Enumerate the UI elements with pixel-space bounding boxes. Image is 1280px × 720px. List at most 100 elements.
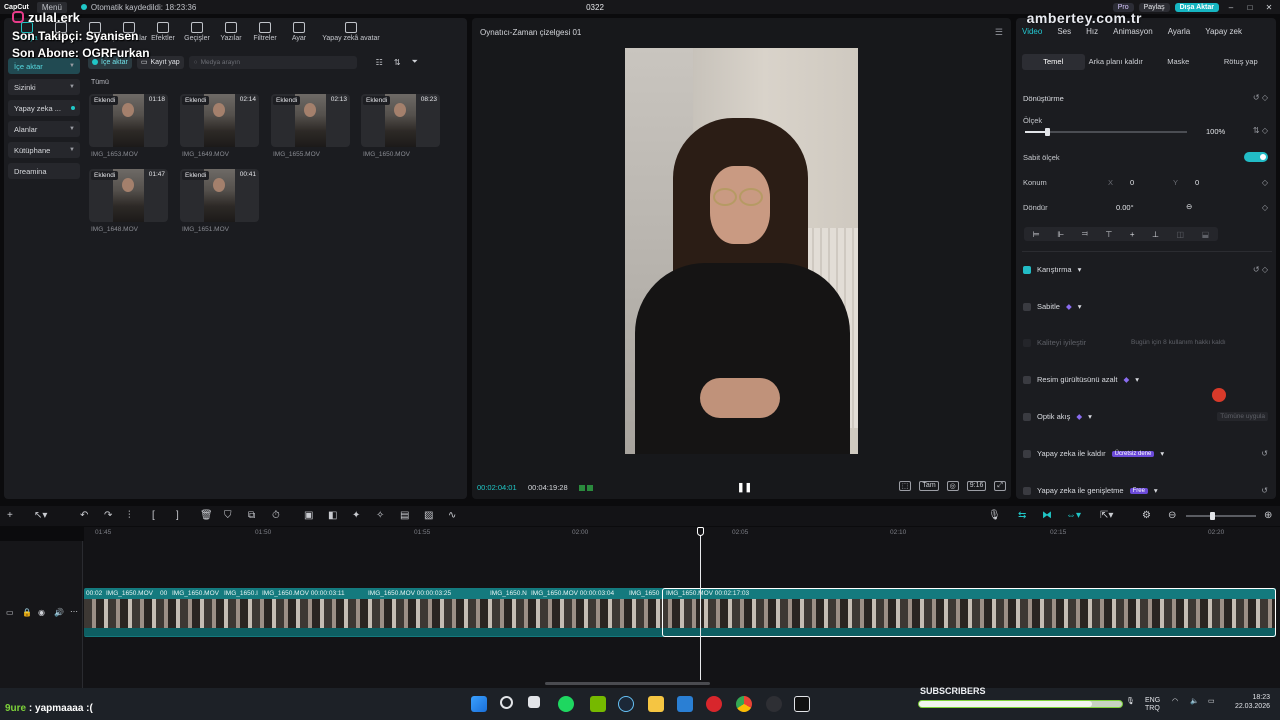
sidenav-yours[interactable]: Sizinki ▼ — [8, 79, 80, 95]
volume-tray-icon[interactable]: 🔈 — [1190, 697, 1199, 705]
microphone-icon[interactable]: 🎙 — [988, 510, 1001, 521]
align-middle-icon[interactable]: + — [1130, 230, 1135, 239]
wifi-icon[interactable]: ◠ — [1172, 697, 1178, 705]
scale-slider[interactable] — [1025, 128, 1187, 136]
split-icon[interactable]: ⫶ — [128, 510, 131, 521]
snapshot-icon[interactable]: ◎ — [946, 481, 959, 491]
nvidia-icon[interactable] — [590, 696, 606, 712]
sidenav-spaces[interactable]: Alanlar ▼ — [8, 121, 80, 137]
language-indicator[interactable]: ENG TRQ — [1145, 697, 1160, 713]
search-icon[interactable] — [500, 696, 513, 709]
sidenav-library[interactable]: Kütüphane ▼ — [8, 142, 80, 158]
select-tool-icon[interactable]: ↖▾ — [34, 510, 47, 521]
share-button[interactable]: Paylaş — [1138, 2, 1170, 12]
scale-keyframe-icon[interactable]: ⇅ ◇ — [1253, 126, 1268, 135]
minimize-icon[interactable]: – — [1224, 3, 1238, 12]
rotate-dial-icon[interactable]: ⊖ — [1186, 202, 1192, 211]
link-icon[interactable]: ⇆ — [1018, 510, 1026, 521]
align-center-icon[interactable]: ⊩ — [1057, 230, 1064, 239]
blend-row[interactable]: Karıştırma ▾ — [1023, 265, 1081, 274]
timeline-settings-icon[interactable]: ⚙ — [1142, 510, 1151, 521]
crop-tool-icon[interactable]: ⧉ — [248, 510, 255, 521]
tool-adjust[interactable]: Ayar — [282, 22, 316, 48]
maximize-icon[interactable]: □ — [1243, 3, 1257, 12]
selected-clip[interactable] — [662, 588, 1276, 637]
ai-remove-row[interactable]: Yapay zeka ile kaldır Ücretsiz dene ▾ — [1023, 449, 1164, 458]
transform-title[interactable]: Dönüştürme — [1023, 94, 1064, 103]
timeline-scrollbar[interactable] — [545, 682, 710, 685]
battery-icon[interactable]: ▭ — [1208, 697, 1215, 705]
sidenav-import[interactable]: İçe aktar ▼ — [8, 58, 80, 74]
obs-icon[interactable] — [766, 696, 782, 712]
crop-icon[interactable]: ⬚ — [898, 481, 912, 491]
filter-icon[interactable]: ⏷ — [412, 57, 418, 67]
file-explorer-icon[interactable] — [648, 696, 664, 712]
delete-icon[interactable]: 🗑 — [200, 510, 213, 521]
ai-remove-checkbox[interactable] — [1023, 449, 1031, 458]
tab-animation[interactable]: Animasyon — [1113, 27, 1153, 36]
subtab-basic[interactable]: Temel — [1022, 54, 1085, 70]
windows-start-icon[interactable] — [471, 696, 487, 712]
flip-h-icon[interactable]: ◫ — [1177, 230, 1185, 239]
video-preview[interactable] — [625, 48, 858, 454]
ai-expand-checkbox[interactable] — [1023, 486, 1031, 495]
media-clip[interactable]: Eklendi 01:18 — [89, 94, 168, 147]
store-icon[interactable] — [677, 696, 693, 712]
tab-video[interactable]: Video — [1022, 27, 1042, 36]
media-clip[interactable]: Eklendi 01:47 — [89, 169, 168, 222]
media-search-input[interactable]: ○ Medya arayın — [188, 55, 357, 69]
more-icon[interactable]: ⋯ — [70, 607, 78, 616]
sidenav-dreamina[interactable]: Dreamina — [8, 163, 80, 179]
media-clip[interactable]: Eklendi 00:41 — [180, 169, 259, 222]
quality-row[interactable]: Kaliteyi iyileştir — [1023, 338, 1086, 347]
reset-keyframe-icon[interactable]: ↺ ◇ — [1253, 93, 1268, 102]
flip-v-icon[interactable]: ⬓ — [1202, 230, 1210, 239]
media-clip[interactable]: Eklendi 02:13 — [271, 94, 350, 147]
align-bottom-icon[interactable]: ⊥ — [1152, 230, 1159, 239]
eye-icon[interactable]: ◉ — [38, 608, 45, 617]
ai-expand-reset-icon[interactable]: ↺ — [1261, 486, 1268, 495]
subtab-mask[interactable]: Maske — [1147, 54, 1210, 70]
ai-expand-row[interactable]: Yapay zeka ile genişletme Free ▾ — [1023, 486, 1158, 495]
spotify-icon[interactable] — [558, 696, 574, 712]
mirror-icon[interactable]: ◧ — [328, 510, 337, 521]
add-track-icon[interactable]: + — [7, 510, 13, 521]
rotate-keyframe-icon[interactable]: ◇ — [1262, 203, 1268, 212]
split-left-icon[interactable]: [ — [152, 510, 155, 521]
steam-icon[interactable] — [618, 696, 634, 712]
tab-adjust[interactable]: Ayarla — [1168, 27, 1191, 36]
magic-icon[interactable]: ✧ — [376, 510, 384, 521]
quality-checkbox[interactable] — [1023, 338, 1031, 347]
capcut-taskbar-icon[interactable] — [794, 696, 810, 712]
position-keyframe-icon[interactable]: ◇ — [1262, 178, 1268, 187]
pause-icon[interactable]: ❚❚ — [737, 482, 752, 493]
subtab-remove-bg[interactable]: Arka planı kaldır — [1085, 54, 1148, 70]
preview-axis-icon[interactable]: ⇔▾ — [1066, 510, 1081, 521]
full-quality-button[interactable]: Tam — [919, 481, 939, 491]
split-right-icon[interactable]: ] — [176, 510, 179, 521]
align-right-icon[interactable]: ⫤ — [1082, 229, 1088, 239]
close-icon[interactable]: ✕ — [1262, 3, 1276, 12]
optical-flow-checkbox[interactable] — [1023, 412, 1031, 421]
sidenav-ai[interactable]: Yapay zeka ... — [8, 100, 80, 116]
image-tool-icon[interactable]: ▨ — [424, 510, 433, 521]
tool-effects[interactable]: Efektler — [146, 22, 180, 48]
pos-x-value[interactable]: 0 — [1130, 178, 1134, 187]
zoom-out-icon[interactable]: ⊖ — [1168, 510, 1176, 521]
tool-filters[interactable]: Filtreler — [248, 22, 282, 48]
scale-value[interactable]: 100% — [1206, 127, 1225, 136]
denoise-row[interactable]: Resim gürültüsünü azalt ◆ ▾ — [1023, 375, 1139, 384]
tool-transitions[interactable]: Geçişler — [180, 22, 214, 48]
volume-icon[interactable]: 🔊 — [54, 608, 64, 617]
task-view-icon[interactable] — [528, 696, 540, 708]
scale-slider-knob[interactable] — [1044, 128, 1050, 136]
tool-ai-avatar[interactable]: Yapay zekâ avatar — [316, 22, 386, 48]
tool-captions[interactable]: Yazılar — [214, 22, 248, 48]
ai-remove-reset-icon[interactable]: ↺ — [1261, 449, 1268, 458]
lock-icon[interactable]: 🔒 — [22, 608, 32, 617]
freeze-icon[interactable]: ▣ — [304, 510, 313, 521]
rotate-value[interactable]: 0.00° — [1116, 203, 1134, 212]
track-cover-icon[interactable]: ▭ — [6, 608, 14, 617]
audio-wave-icon[interactable]: ∿ — [448, 510, 456, 521]
subtab-retouch[interactable]: Rötuş yap — [1210, 54, 1273, 70]
